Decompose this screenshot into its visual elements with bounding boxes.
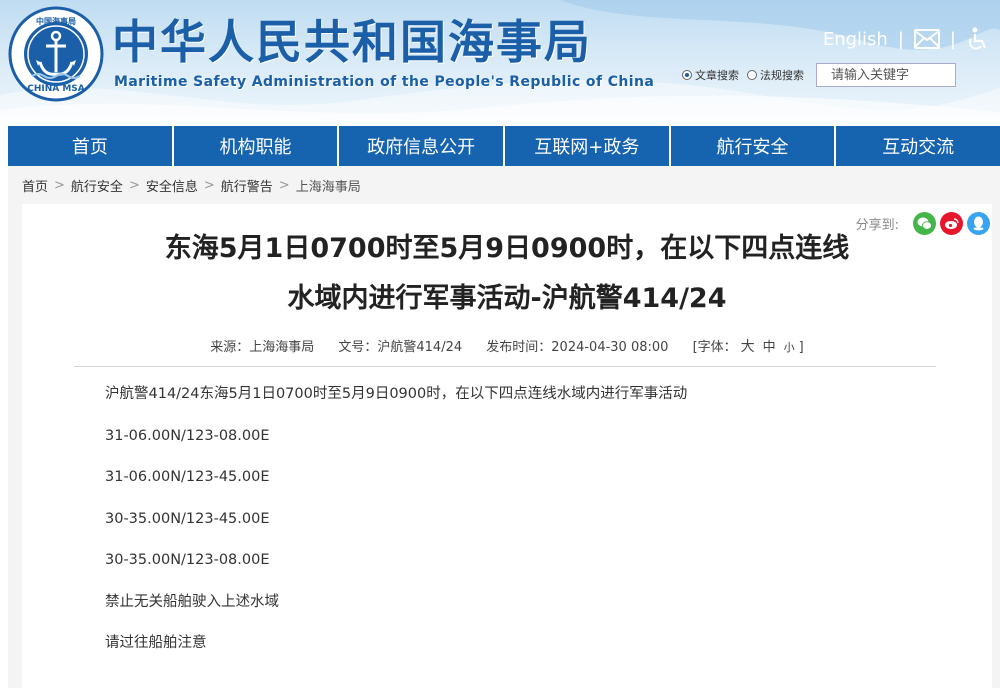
breadcrumb-nav-warning[interactable]: 航行警告 <box>221 176 273 195</box>
top-links: English | | <box>823 24 988 54</box>
content-paragraph: 31-06.00N/123-45.00E <box>105 469 270 485</box>
content-paragraph: 沪航警414/24东海5月1日0700时至5月9日0900时，在以下四点连线水域… <box>105 386 688 402</box>
article-title-line1: 东海5月1日0700时至5月9日0900时，在以下四点连线 <box>164 233 850 264</box>
article-panel: 分享到: 东海5月1日0700时至5月9日0900时，在以下四点连线 水域内进行… <box>8 204 1000 688</box>
article-title-line2: 水域内进行军事活动-沪航警414/24 <box>287 283 727 314</box>
nav-item-home[interactable]: 首页 <box>8 126 174 166</box>
meta-published-time: 发布时间：2024-04-30 08:00 <box>486 340 669 355</box>
nav-item-interaction[interactable]: 互动交流 <box>836 126 1000 166</box>
font-size-switch: [字体： 大中小] <box>692 339 804 355</box>
site-subtitle: Maritime Safety Administration of the Pe… <box>114 74 655 90</box>
nav-item-functions[interactable]: 机构职能 <box>174 126 340 166</box>
content-paragraph: 禁止无关船舶驶入上述水域 <box>105 593 279 610</box>
meta-source: 来源：上海海事局 <box>210 340 315 355</box>
nav-item-gov-info[interactable]: 政府信息公开 <box>339 126 506 166</box>
breadcrumb-separator: > <box>54 177 65 193</box>
radio-article-label: 文章搜索 <box>695 69 739 82</box>
weibo-icon[interactable] <box>940 212 963 235</box>
nav-item-navigation-safety[interactable]: 航行安全 <box>671 126 837 166</box>
content-paragraph: 请过往船舶注意 <box>105 635 207 651</box>
separator: | <box>897 28 904 50</box>
site-title: 中华人民共和国海事局 <box>112 15 592 69</box>
breadcrumb-home[interactable]: 首页 <box>22 176 48 195</box>
search-row: 文章搜索 法规搜索 <box>682 63 956 87</box>
breadcrumb-separator: > <box>128 177 140 193</box>
font-size-medium-button[interactable]: 中 <box>763 340 776 355</box>
logo-seal-text: 中国海事局 <box>36 17 76 26</box>
breadcrumb-separator: > <box>203 177 215 193</box>
site-header: 中国海事局 CHINA MSA 中华人民共和国海事局 Maritime Safe… <box>0 0 1000 126</box>
article-content: 沪航警414/24东海5月1日0700时至5月9日0900时，在以下四点连线水域… <box>105 384 925 675</box>
main-nav: 首页 机构职能 政府信息公开 互联网+政务 航行安全 互动交流 <box>8 126 1000 166</box>
china-msa-logo[interactable]: 中国海事局 CHINA MSA <box>8 6 104 102</box>
logo-text: CHINA MSA <box>27 84 85 94</box>
mail-icon[interactable] <box>913 29 940 49</box>
font-size-close: ] <box>798 340 804 355</box>
accessibility-icon[interactable] <box>966 27 988 51</box>
breadcrumb: 首页 > 航行安全 > 安全信息 > 航行警告 > 上海海事局 <box>8 166 1000 204</box>
separator: | <box>949 28 956 50</box>
meta-doc-number: 文号：沪航警414/24 <box>338 340 463 355</box>
breadcrumb-separator: > <box>278 177 290 193</box>
meta-divider <box>74 366 936 367</box>
radio-regulation-search[interactable]: 法规搜索 <box>747 67 804 83</box>
breadcrumb-shanghai-msa[interactable]: 上海海事局 <box>296 176 361 195</box>
font-size-label: [字体： <box>692 340 737 355</box>
radio-checked-icon[interactable] <box>682 70 692 80</box>
radio-unchecked-icon[interactable] <box>747 70 757 80</box>
content-paragraph: 31-06.00N/123-08.00E <box>105 427 270 444</box>
content-paragraph: 30-35.00N/123-08.00E <box>105 552 270 568</box>
qq-icon[interactable] <box>967 212 990 235</box>
content-paragraph: 30-35.00N/123-45.00E <box>105 510 270 527</box>
breadcrumb-navigation-safety[interactable]: 航行安全 <box>71 176 123 195</box>
font-size-large-button[interactable]: 大 <box>741 339 755 355</box>
radio-regulation-label: 法规搜索 <box>760 69 804 82</box>
nav-item-internet-gov[interactable]: 互联网+政务 <box>505 126 671 166</box>
font-size-small-button[interactable]: 小 <box>784 341 795 354</box>
article-meta: 来源：上海海事局 文号：沪航警414/24 发布时间：2024-04-30 08… <box>22 336 992 356</box>
radio-article-search[interactable]: 文章搜索 <box>682 67 739 83</box>
search-input[interactable] <box>816 63 956 87</box>
breadcrumb-safety-info[interactable]: 安全信息 <box>146 176 198 195</box>
english-link[interactable]: English <box>823 29 888 50</box>
article-card: 分享到: 东海5月1日0700时至5月9日0900时，在以下四点连线 水域内进行… <box>22 204 992 688</box>
